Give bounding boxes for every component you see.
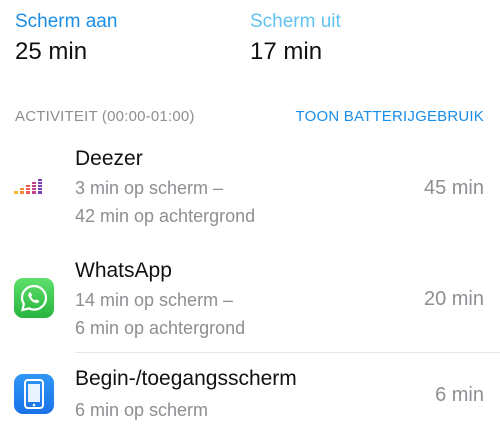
screen-off-value: 17 min — [250, 38, 323, 65]
screen-off-label: Scherm uit — [250, 11, 341, 32]
app-total-time: 6 min — [435, 384, 484, 406]
row-separator — [75, 352, 500, 353]
screen-on-label: Scherm aan — [15, 11, 118, 32]
home-screen-icon — [14, 374, 54, 414]
app-name: Deezer — [75, 147, 143, 170]
show-battery-usage-button[interactable]: TOON BATTERIJGEBRUIK — [296, 108, 484, 125]
activity-header: ACTIVITEIT (00:00-01:00) TOON BATTERIJGE… — [15, 106, 484, 126]
whatsapp-icon — [14, 278, 54, 318]
app-background-time: 42 min op achtergrond — [75, 206, 256, 226]
app-row-whatsapp[interactable]: WhatsApp 14 min op scherm – 6 min op ach… — [0, 252, 500, 352]
screen-on-value: 25 min — [15, 38, 88, 65]
deezer-icon — [14, 178, 48, 194]
app-screen-time: 3 min op scherm – — [75, 178, 224, 198]
screen-on-summary: Scherm aan 25 min — [15, 10, 117, 67]
screen-off-summary: Scherm uit 17 min — [250, 10, 341, 67]
app-row-deezer[interactable]: Deezer 3 min op scherm – 42 min op achte… — [0, 140, 500, 252]
app-name: WhatsApp — [75, 259, 172, 282]
app-screen-time: 6 min op scherm — [75, 400, 209, 420]
activity-title: ACTIVITEIT (00:00-01:00) — [15, 107, 195, 125]
app-name: Begin-/toegangsscherm — [75, 367, 297, 390]
app-total-time: 45 min — [423, 177, 484, 199]
app-background-time: 6 min op achtergrond — [75, 318, 246, 338]
app-row-home-screen[interactable]: Begin-/toegangsscherm 6 min op scherm 6 … — [0, 360, 500, 437]
app-total-time: 20 min — [423, 288, 484, 310]
app-screen-time: 14 min op scherm – — [75, 290, 234, 310]
